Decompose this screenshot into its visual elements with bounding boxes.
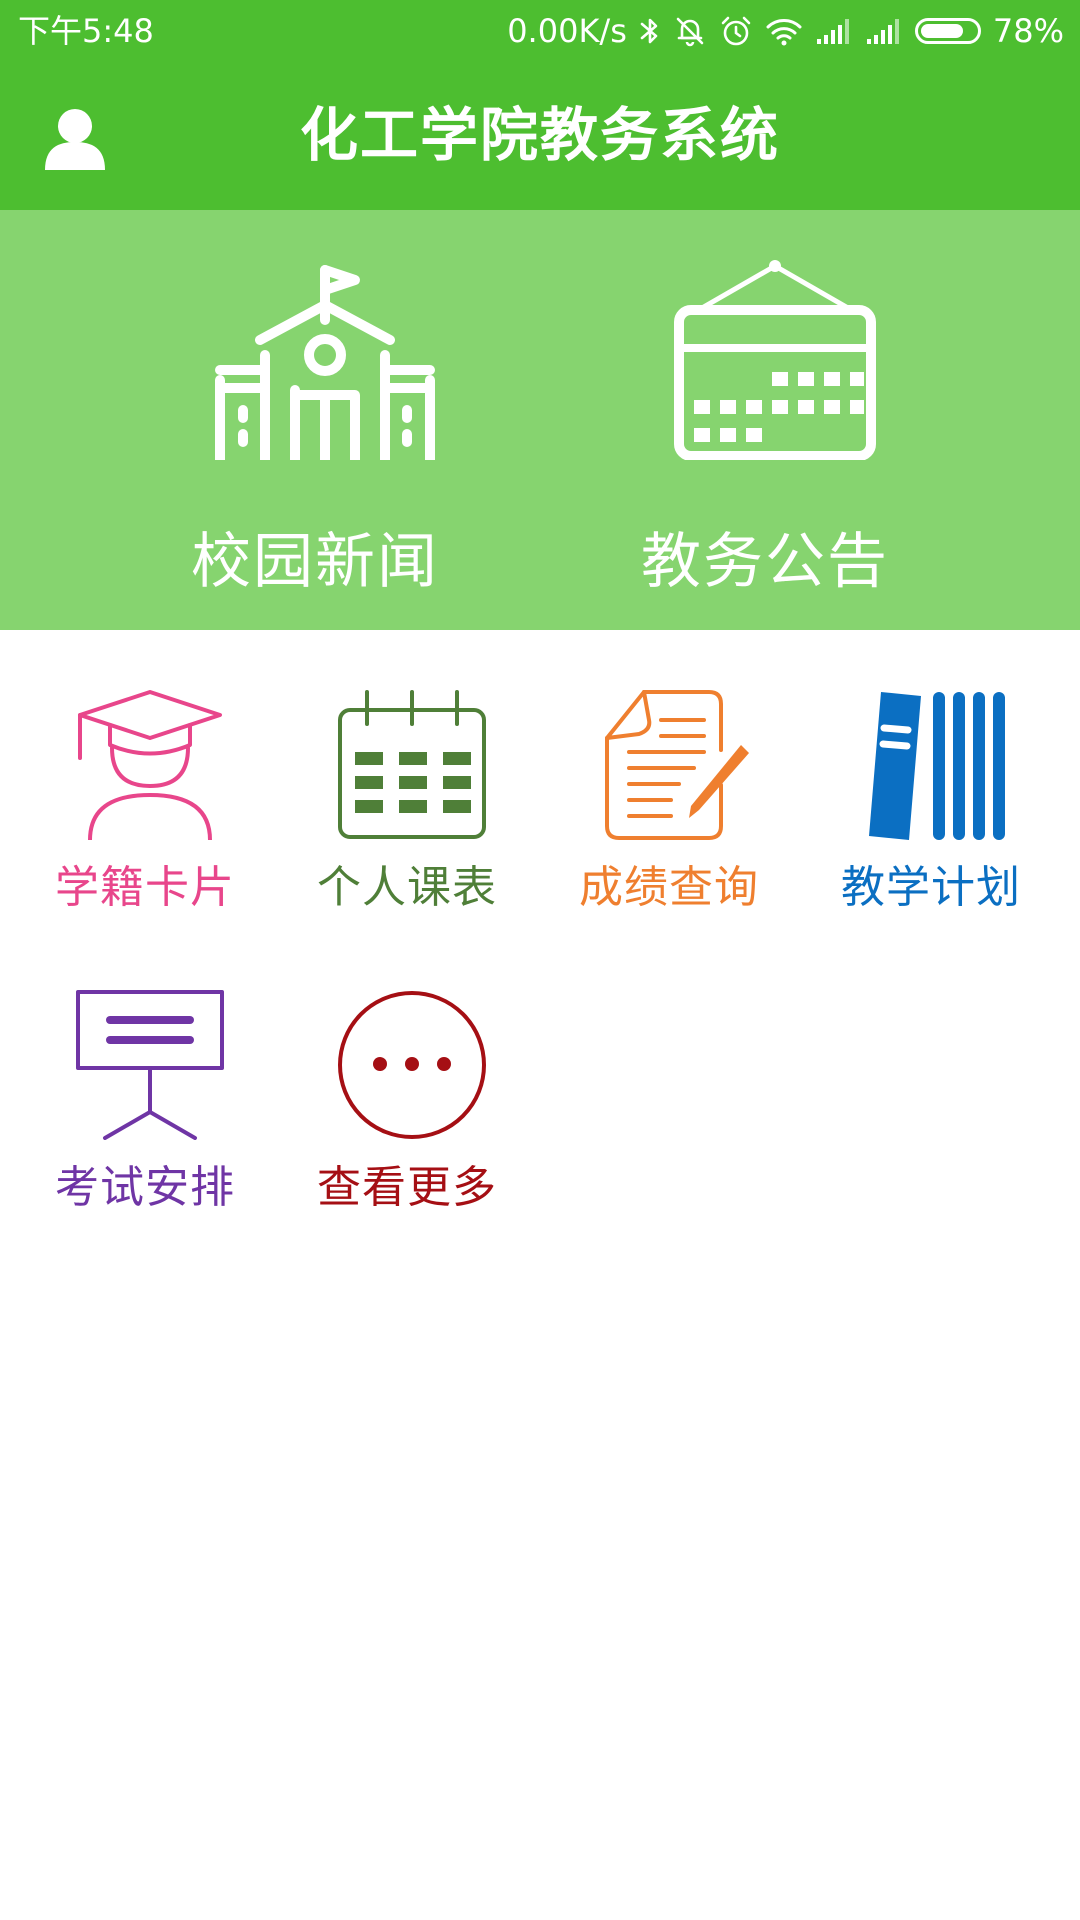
books-icon (869, 692, 1005, 840)
signal-icon (815, 17, 853, 45)
network-speed: 0.00K/s (507, 12, 627, 50)
teaching-plan-label: 教学计划 (841, 862, 1021, 913)
calendar-icon (338, 690, 486, 839)
banner: 校园新闻 教务公告 (0, 210, 1080, 630)
signal-icon (865, 17, 903, 45)
status-time: 下午5:48 (18, 12, 154, 50)
status-icons: 0.00K/s 78% (507, 10, 1064, 52)
personal-timetable-button[interactable]: 个人课表 (272, 690, 542, 950)
bluetooth-icon (639, 15, 661, 47)
mute-icon (673, 14, 707, 48)
student-record-label: 学籍卡片 (55, 862, 235, 913)
more-icon (338, 991, 486, 1139)
presentation-board-icon (76, 990, 224, 1140)
app-title: 化工学院教务系统 (299, 101, 780, 169)
document-pen-icon (605, 690, 749, 840)
personal-timetable-label: 个人课表 (317, 862, 497, 913)
exam-schedule-button[interactable]: 考试安排 (10, 990, 280, 1250)
calendar-board-icon (674, 260, 876, 460)
teaching-plan-button[interactable]: 教学计划 (796, 690, 1066, 950)
status-bar: 下午5:48 0.00K/s 78% (0, 0, 1080, 62)
student-record-button[interactable]: 学籍卡片 (10, 690, 280, 950)
app-bar: 化工学院教务系统 (0, 62, 1080, 210)
view-more-button[interactable]: 查看更多 (272, 990, 542, 1250)
school-building-icon (215, 265, 435, 460)
graduate-icon (78, 690, 222, 840)
alarm-icon (719, 14, 753, 48)
grade-query-button[interactable]: 成绩查询 (534, 690, 804, 950)
grade-query-label: 成绩查询 (579, 862, 759, 913)
exam-schedule-label: 考试安排 (55, 1162, 235, 1213)
battery-level (920, 24, 963, 38)
wifi-icon (765, 16, 803, 46)
battery-percent: 78% (992, 12, 1064, 50)
academic-notice-button[interactable]: 教务公告 (495, 210, 1035, 630)
view-more-label: 查看更多 (317, 1162, 497, 1213)
academic-notice-label: 教务公告 (641, 527, 889, 597)
battery-icon (914, 18, 981, 44)
